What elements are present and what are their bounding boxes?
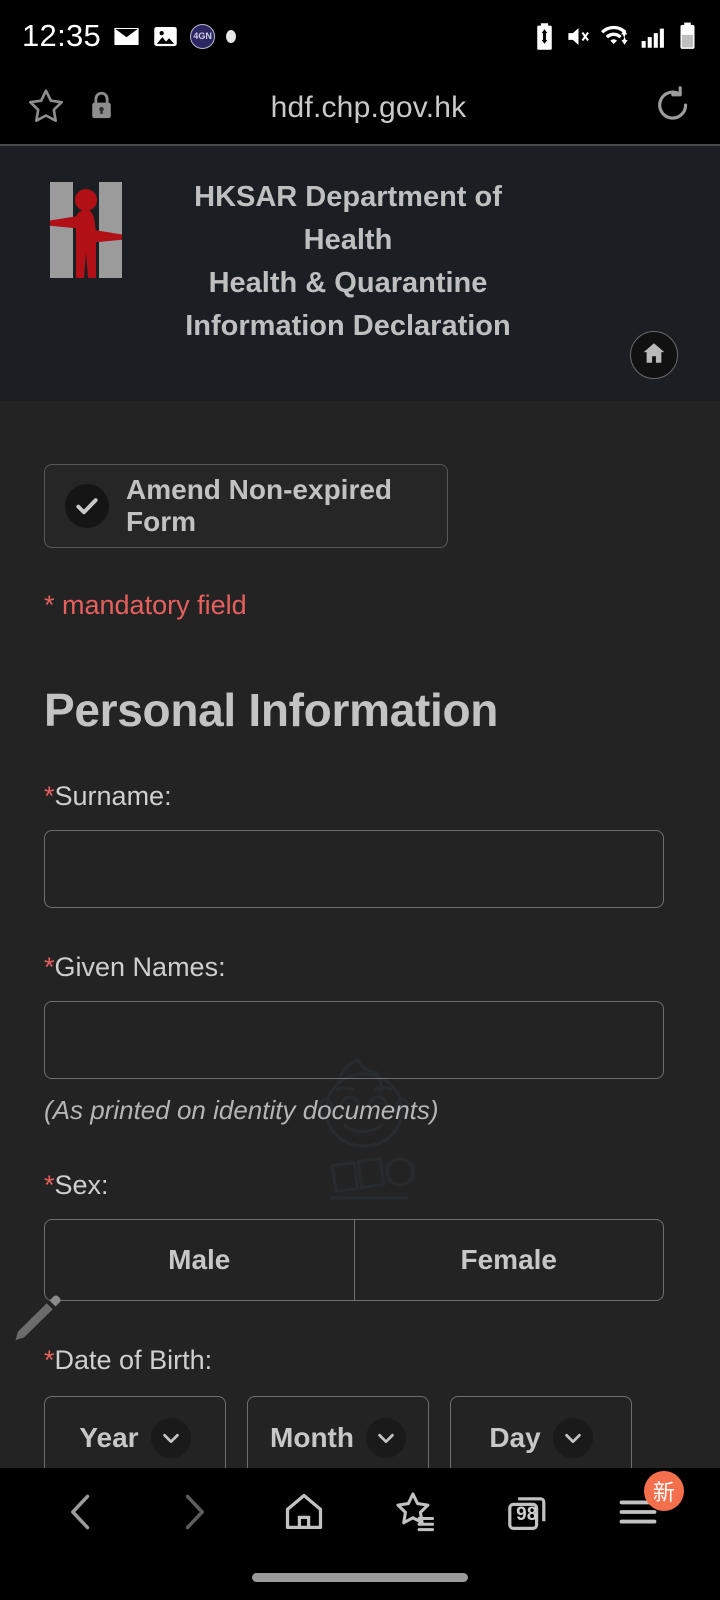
surname-field-group: *Surname:	[44, 781, 676, 908]
surname-label-text: Surname:	[54, 781, 172, 811]
mail-icon	[114, 27, 139, 45]
image-icon	[154, 26, 177, 46]
site-title-line-3: Information Declaration	[185, 310, 511, 342]
given-names-hint: (As printed on identity documents)	[44, 1095, 439, 1125]
mute-vibrate-icon	[568, 27, 589, 45]
page-title: Personal Information	[44, 684, 499, 736]
home-icon	[281, 1489, 327, 1540]
dob-year-value: Year	[79, 1422, 139, 1453]
status-time: 12:35	[22, 18, 102, 53]
date-of-birth-label-text: Date of Birth:	[54, 1345, 213, 1375]
menu-new-badge: 新	[643, 1470, 684, 1511]
battery-icon	[680, 22, 695, 49]
battery-saver-icon	[537, 22, 552, 50]
phone-screen: 12:35 4GN hdf.chp.gov.hk HKSAR Departmen…	[0, 0, 720, 1600]
star-list-icon	[393, 1489, 439, 1540]
dob-year-select[interactable]: Year	[44, 1396, 226, 1468]
chevron-left-icon	[60, 1490, 104, 1539]
given-names-required-mark: *	[44, 952, 55, 982]
nav-home-button[interactable]	[262, 1489, 346, 1540]
chevron-down-icon	[365, 1418, 406, 1458]
dob-month-value: Month	[270, 1422, 354, 1453]
sex-option-group: Male Female	[44, 1219, 664, 1301]
browser-toolbar: hdf.chp.gov.hk	[0, 72, 720, 144]
gesture-home-bar[interactable]	[252, 1573, 468, 1582]
sex-field-group: *Sex: Male Female	[44, 1170, 676, 1301]
site-home-button[interactable]	[630, 331, 678, 379]
nav-tabs-button[interactable]: 98	[485, 1488, 569, 1541]
browser-bottom-nav: 98 新	[0, 1468, 720, 1600]
date-of-birth-row: Year Month Day	[44, 1396, 676, 1468]
surname-label: *Surname:	[44, 781, 676, 812]
dob-day-select[interactable]: Day	[450, 1396, 632, 1468]
sex-option-male[interactable]: Male	[45, 1220, 354, 1300]
sex-label-text: Sex:	[54, 1170, 109, 1200]
pencil-icon	[10, 1295, 70, 1352]
given-names-label-text: Given Names:	[54, 952, 226, 982]
status-bar: 12:35 4GN	[0, 0, 720, 72]
site-title-line-2: Health & Quarantine	[208, 267, 488, 299]
sex-option-female[interactable]: Female	[353, 1220, 664, 1300]
nav-menu-button[interactable]: 新	[596, 1470, 684, 1540]
nav-forward-button[interactable]	[151, 1490, 235, 1539]
date-of-birth-field-group: *Date of Birth: Year Month Day	[44, 1345, 676, 1468]
site-title-line-1: HKSAR Department of Health	[194, 181, 502, 256]
bottom-nav-row: 98 新	[0, 1468, 720, 1560]
url-text[interactable]: hdf.chp.gov.hk	[125, 91, 652, 125]
surname-required-mark: *	[44, 781, 55, 811]
signal-icon	[641, 28, 664, 48]
given-names-input[interactable]	[44, 1001, 664, 1079]
sex-label: *Sex:	[44, 1170, 676, 1201]
check-icon	[65, 484, 109, 528]
chevron-down-icon	[150, 1418, 191, 1458]
app-icon: 4GN	[190, 23, 216, 49]
sex-required-mark: *	[44, 1170, 55, 1200]
reload-icon[interactable]	[652, 85, 694, 132]
nav-back-button[interactable]	[40, 1490, 124, 1539]
form-body: Amend Non-expired Form * mandatory field…	[0, 464, 720, 1468]
date-of-birth-label: *Date of Birth:	[44, 1345, 676, 1376]
given-names-label: *Given Names:	[44, 952, 676, 983]
given-names-field-group: *Given Names: (As printed on identity do…	[44, 952, 676, 1126]
bookmark-star-icon[interactable]	[26, 86, 66, 131]
nav-bookmarks-button[interactable]	[374, 1489, 458, 1540]
web-page: HKSAR Department of Health Health & Quar…	[0, 146, 720, 1468]
dh-person-logo-icon	[46, 176, 126, 282]
logo-title-row: HKSAR Department of Health Health & Quar…	[0, 146, 720, 348]
status-bar-left: 12:35 4GN	[22, 18, 533, 54]
form-content: Amend Non-expired Form * mandatory field…	[44, 464, 676, 1468]
wifi-icon	[601, 25, 628, 45]
lock-icon	[88, 90, 115, 126]
site-title: HKSAR Department of Health Health & Quar…	[148, 176, 548, 348]
amend-button-label: Amend Non-expired Form	[126, 474, 393, 537]
chevron-down-icon	[552, 1418, 593, 1458]
status-bar-right	[533, 22, 698, 51]
site-header: HKSAR Department of Health Health & Quar…	[0, 146, 720, 401]
chevron-right-icon	[171, 1490, 215, 1539]
edit-floating-button[interactable]	[10, 1288, 70, 1353]
dob-day-value: Day	[489, 1422, 541, 1453]
dob-month-select[interactable]: Month	[247, 1396, 429, 1468]
mandatory-field-note: * mandatory field	[44, 590, 247, 620]
surname-input[interactable]	[44, 830, 664, 908]
tab-count-label: 98	[516, 1503, 538, 1525]
home-icon	[641, 340, 667, 371]
app-icon-label: 4GN	[193, 31, 212, 41]
amend-non-expired-form-button[interactable]: Amend Non-expired Form	[44, 464, 448, 548]
dot-indicator-icon	[226, 29, 237, 43]
